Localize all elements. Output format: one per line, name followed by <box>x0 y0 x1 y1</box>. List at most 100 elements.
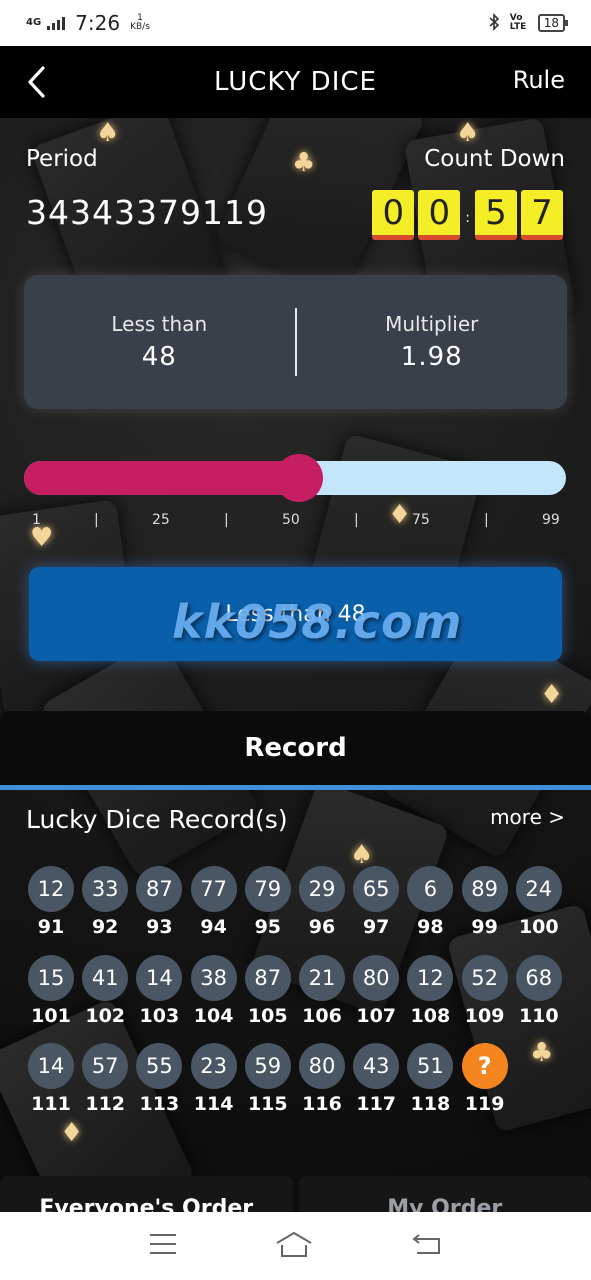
record-item: 52 109 <box>458 954 512 1027</box>
multiplier-label: Multiplier <box>385 312 479 336</box>
tick-mark: | <box>354 512 359 528</box>
tick-mark: | <box>484 512 489 528</box>
slider-fill <box>24 461 299 495</box>
condition-column: Less than 48 <box>24 312 295 372</box>
countdown-digit: 7 <box>521 190 563 240</box>
result-ball: 79 <box>244 866 291 912</box>
record-item: 6 98 <box>403 866 457 938</box>
issue-number: 103 <box>139 1004 180 1027</box>
bluetooth-icon <box>488 12 500 34</box>
record-tab-indicator <box>0 785 591 790</box>
tab-everyones-order[interactable]: Everyone's Order <box>0 1176 293 1216</box>
issue-number: 108 <box>410 1004 451 1027</box>
back-nav-icon[interactable] <box>411 1231 443 1261</box>
condition-label: Less than <box>111 312 208 336</box>
record-item: 14 111 <box>24 1043 78 1115</box>
tick-label: 99 <box>542 512 560 528</box>
slider-ticks: 1 | 25 | 50 | 75 | 99 <box>24 512 566 534</box>
issue-number: 98 <box>417 916 444 938</box>
home-icon[interactable] <box>274 1229 314 1263</box>
spade-icon: ♠ <box>456 118 480 148</box>
issue-number: 93 <box>146 916 173 938</box>
result-ball: 80 <box>353 954 400 1001</box>
order-tabs: Everyone's Order My Order <box>0 1176 591 1216</box>
record-item: 43 117 <box>349 1043 403 1115</box>
record-tab[interactable]: Record <box>0 711 591 785</box>
record-item: 87 105 <box>241 954 295 1027</box>
bet-info-panel: Less than 48 Multiplier 1.98 <box>24 275 567 409</box>
more-link[interactable]: more > <box>490 805 565 829</box>
number-slider[interactable] <box>24 454 566 502</box>
chevron-left-icon <box>28 66 45 98</box>
net-speed-unit: KB/s <box>130 22 150 32</box>
countdown-digit: 0 <box>372 190 415 240</box>
issue-number: 115 <box>247 1093 288 1115</box>
record-title: Lucky Dice Record(s) <box>26 805 288 834</box>
slider-thumb[interactable] <box>275 454 323 502</box>
record-item: 89 99 <box>458 866 512 938</box>
tick-label: 75 <box>412 512 430 528</box>
result-ball: 55 <box>136 1043 183 1089</box>
clock: 7:26 <box>75 11 121 35</box>
network-type: 4G <box>26 17 42 28</box>
record-item: 87 93 <box>132 866 186 938</box>
record-item: 38 104 <box>187 954 241 1027</box>
record-item: 55 113 <box>132 1043 186 1115</box>
issue-number: 102 <box>85 1004 126 1027</box>
issue-number: 116 <box>302 1093 342 1115</box>
issue-number: 110 <box>518 1004 559 1027</box>
record-item: 77 94 <box>187 866 241 938</box>
tick-mark: | <box>94 512 99 528</box>
issue-number: 96 <box>308 916 336 938</box>
issue-number: 117 <box>356 1093 397 1115</box>
result-ball: 43 <box>353 1043 400 1089</box>
tab-my-order[interactable]: My Order <box>298 1176 591 1216</box>
watermark: kk058.com <box>172 595 463 649</box>
diamond-icon: ♦ <box>540 680 564 710</box>
result-ball: 14 <box>136 954 183 1001</box>
issue-number: 118 <box>410 1093 451 1115</box>
back-button[interactable] <box>18 64 54 100</box>
issue-number: 112 <box>85 1093 126 1115</box>
result-ball: 77 <box>190 866 237 912</box>
record-item: 80 107 <box>349 954 403 1027</box>
menu-icon[interactable] <box>148 1232 178 1260</box>
spade-icon: ♠ <box>96 118 120 148</box>
period-number: 34343379119 <box>26 193 268 232</box>
result-ball: 23 <box>190 1043 237 1089</box>
issue-number: 106 <box>302 1004 342 1027</box>
result-ball: 33 <box>82 866 129 912</box>
issue-number: 100 <box>518 916 559 938</box>
issue-number: 109 <box>464 1004 505 1027</box>
issue-number: 95 <box>254 916 282 938</box>
record-item: 65 97 <box>349 866 403 938</box>
issue-number: 105 <box>247 1004 288 1027</box>
record-item: 51 118 <box>403 1043 457 1115</box>
issue-number: 107 <box>356 1004 397 1027</box>
multiplier-value: 1.98 <box>400 342 463 372</box>
result-ball: 80 <box>299 1043 345 1089</box>
issue-number: 119 <box>464 1093 505 1115</box>
issue-number: 111 <box>31 1093 71 1115</box>
pending-result-ball: ? <box>461 1043 508 1089</box>
record-item: 68 110 <box>512 954 566 1027</box>
result-ball: 87 <box>136 866 183 912</box>
system-nav-bar <box>0 1212 591 1280</box>
tick-label: 25 <box>152 512 170 528</box>
record-item: 23 114 <box>187 1043 241 1115</box>
result-ball: 52 <box>461 954 508 1001</box>
record-item: 12 108 <box>403 954 457 1027</box>
rule-button[interactable]: Rule <box>513 66 565 94</box>
result-ball: 51 <box>407 1043 454 1089</box>
multiplier-column: Multiplier 1.98 <box>297 312 568 372</box>
record-item: 15 101 <box>24 954 78 1027</box>
result-ball: 6 <box>407 866 454 912</box>
tick-mark: | <box>224 512 229 528</box>
countdown-digit: 5 <box>475 190 517 240</box>
issue-number: 91 <box>37 916 65 938</box>
issue-number: 104 <box>193 1004 234 1027</box>
result-ball: 29 <box>299 866 345 912</box>
result-ball: 87 <box>244 954 291 1001</box>
result-ball: 38 <box>190 954 237 1001</box>
result-ball: 12 <box>407 954 454 1001</box>
